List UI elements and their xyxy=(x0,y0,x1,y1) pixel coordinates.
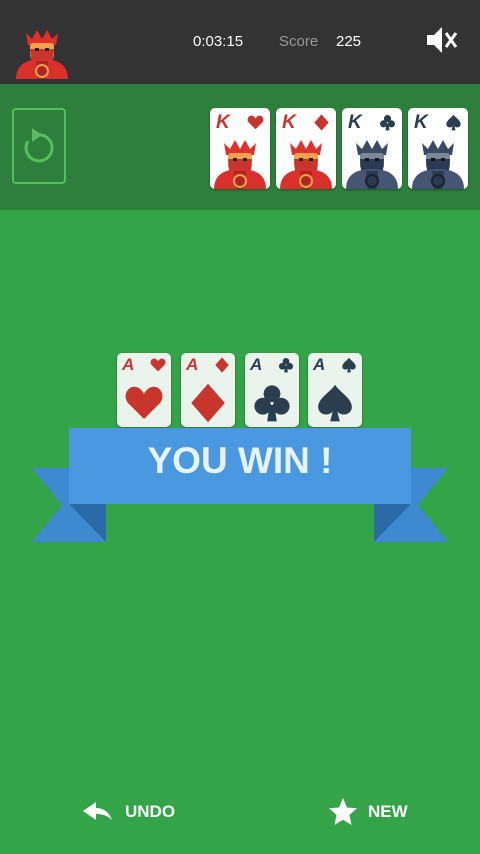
card-rank: A xyxy=(250,355,263,374)
spade-suit-icon xyxy=(341,357,357,373)
card-ace-clubs[interactable]: A xyxy=(245,353,299,427)
card-ace-hearts[interactable]: A xyxy=(117,353,171,427)
card-rank: K xyxy=(348,112,362,133)
card-ace-diamonds[interactable]: A xyxy=(181,353,235,427)
undo-button[interactable]: UNDO xyxy=(82,796,175,828)
spade-suit-icon xyxy=(445,114,462,131)
king-figure-icon xyxy=(342,137,402,189)
new-game-button[interactable]: NEW xyxy=(328,796,408,828)
card-rank: K xyxy=(414,112,428,133)
heart-suit-icon xyxy=(247,114,264,131)
card-king-spades[interactable]: K xyxy=(408,108,468,189)
card-rank: A xyxy=(186,355,199,374)
club-suit-icon xyxy=(252,383,292,423)
diamond-suit-icon xyxy=(214,357,230,373)
card-rank: A xyxy=(313,355,326,374)
new-game-label: NEW xyxy=(368,802,408,821)
club-suit-icon xyxy=(278,357,294,373)
volume-muted-icon[interactable] xyxy=(424,24,458,56)
score-label: Score xyxy=(279,33,319,50)
card-king-hearts[interactable]: K xyxy=(210,108,270,189)
score-value: 225 xyxy=(336,33,362,50)
stock-pile[interactable] xyxy=(12,108,66,184)
spade-suit-icon xyxy=(315,383,355,423)
king-figure-icon xyxy=(408,137,468,189)
diamond-suit-icon xyxy=(188,383,228,423)
card-ace-spades[interactable]: A xyxy=(308,353,362,427)
star-icon xyxy=(329,798,357,825)
undo-label: UNDO xyxy=(125,802,176,821)
game-timer: 0:03:15 xyxy=(193,33,244,50)
card-rank: K xyxy=(282,112,296,133)
win-message: YOU WIN ! xyxy=(147,440,333,481)
card-rank: K xyxy=(216,112,230,133)
club-suit-icon xyxy=(379,114,396,131)
card-king-diamonds[interactable]: K xyxy=(276,108,336,189)
card-rank: A xyxy=(122,355,135,374)
king-figure-icon xyxy=(276,137,336,189)
card-king-clubs[interactable]: K xyxy=(342,108,402,189)
heart-suit-icon xyxy=(150,357,166,373)
king-avatar-icon xyxy=(12,22,72,84)
heart-suit-icon xyxy=(124,383,164,423)
refresh-icon xyxy=(24,128,54,163)
king-figure-icon xyxy=(210,137,270,189)
undo-icon xyxy=(83,802,112,820)
diamond-suit-icon xyxy=(313,114,330,131)
